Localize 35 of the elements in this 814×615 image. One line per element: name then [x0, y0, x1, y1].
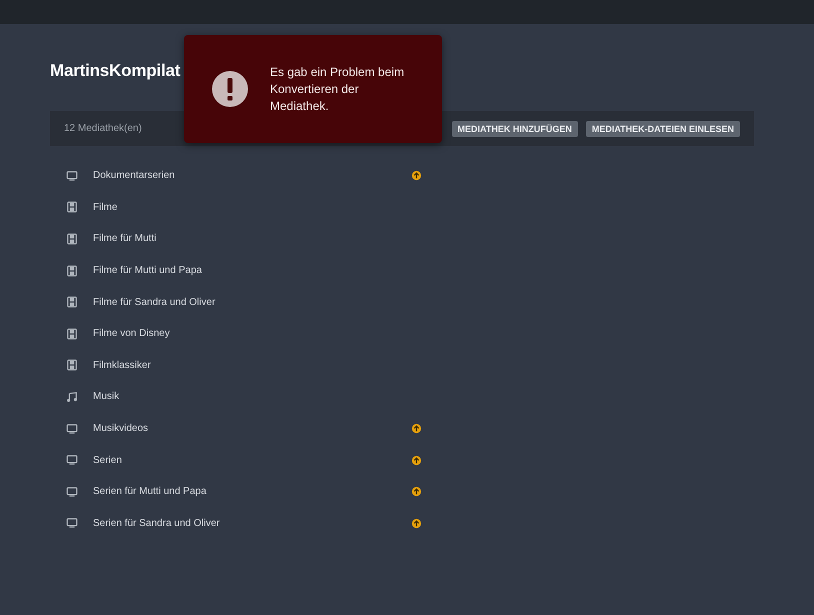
upgrade-arrow-icon[interactable] — [411, 170, 422, 182]
film-icon — [66, 264, 78, 277]
upgrade-arrow-icon[interactable] — [411, 423, 422, 434]
upgrade-arrow-icon[interactable] — [411, 454, 422, 466]
upgrade-arrow-icon[interactable] — [411, 486, 422, 498]
film-icon — [66, 359, 78, 372]
library-link[interactable]: Serien — [93, 454, 411, 466]
tv-icon — [66, 170, 78, 182]
tv-icon — [66, 454, 78, 466]
tv-icon — [66, 517, 78, 530]
music-note-icon — [66, 390, 78, 403]
library-link[interactable]: Musik — [93, 391, 411, 402]
library-link[interactable]: Musikvideos — [93, 423, 411, 434]
film-icon — [66, 296, 78, 308]
tv-icon — [66, 422, 78, 435]
library-link[interactable]: Filme für Mutti und Papa — [93, 265, 411, 276]
tv-icon — [66, 486, 78, 498]
toolbar-button[interactable]: MEDIATHEK-DATEIEN EINLESEN — [586, 120, 740, 136]
film-icon — [66, 232, 78, 245]
library-link[interactable]: Filme für Mutti — [93, 233, 411, 244]
library-link[interactable]: Filme für Sandra und Oliver — [93, 296, 411, 308]
film-icon — [66, 328, 78, 340]
library-link[interactable]: Filmklassiker — [93, 360, 411, 371]
library-link[interactable]: Filme von Disney — [93, 328, 411, 340]
upgrade-arrow-icon[interactable] — [411, 518, 422, 529]
library-link[interactable]: Dokumentarserien — [93, 170, 411, 182]
error-message: Es gab ein Problem beim Konvertieren der Mediathek. — [270, 64, 406, 115]
library-count: 12 Mediathek(en) — [64, 123, 142, 134]
film-icon — [66, 201, 78, 214]
library-link[interactable]: Serien für Sandra und Oliver — [93, 518, 411, 529]
warning-icon — [212, 71, 248, 107]
library-link[interactable]: Filme — [93, 202, 411, 213]
library-link[interactable]: Serien für Mutti und Papa — [93, 486, 411, 498]
page-title: MartinsKompilat — [50, 61, 180, 82]
toolbar-button[interactable]: MEDIATHEK HINZUFÜGEN — [452, 120, 578, 136]
